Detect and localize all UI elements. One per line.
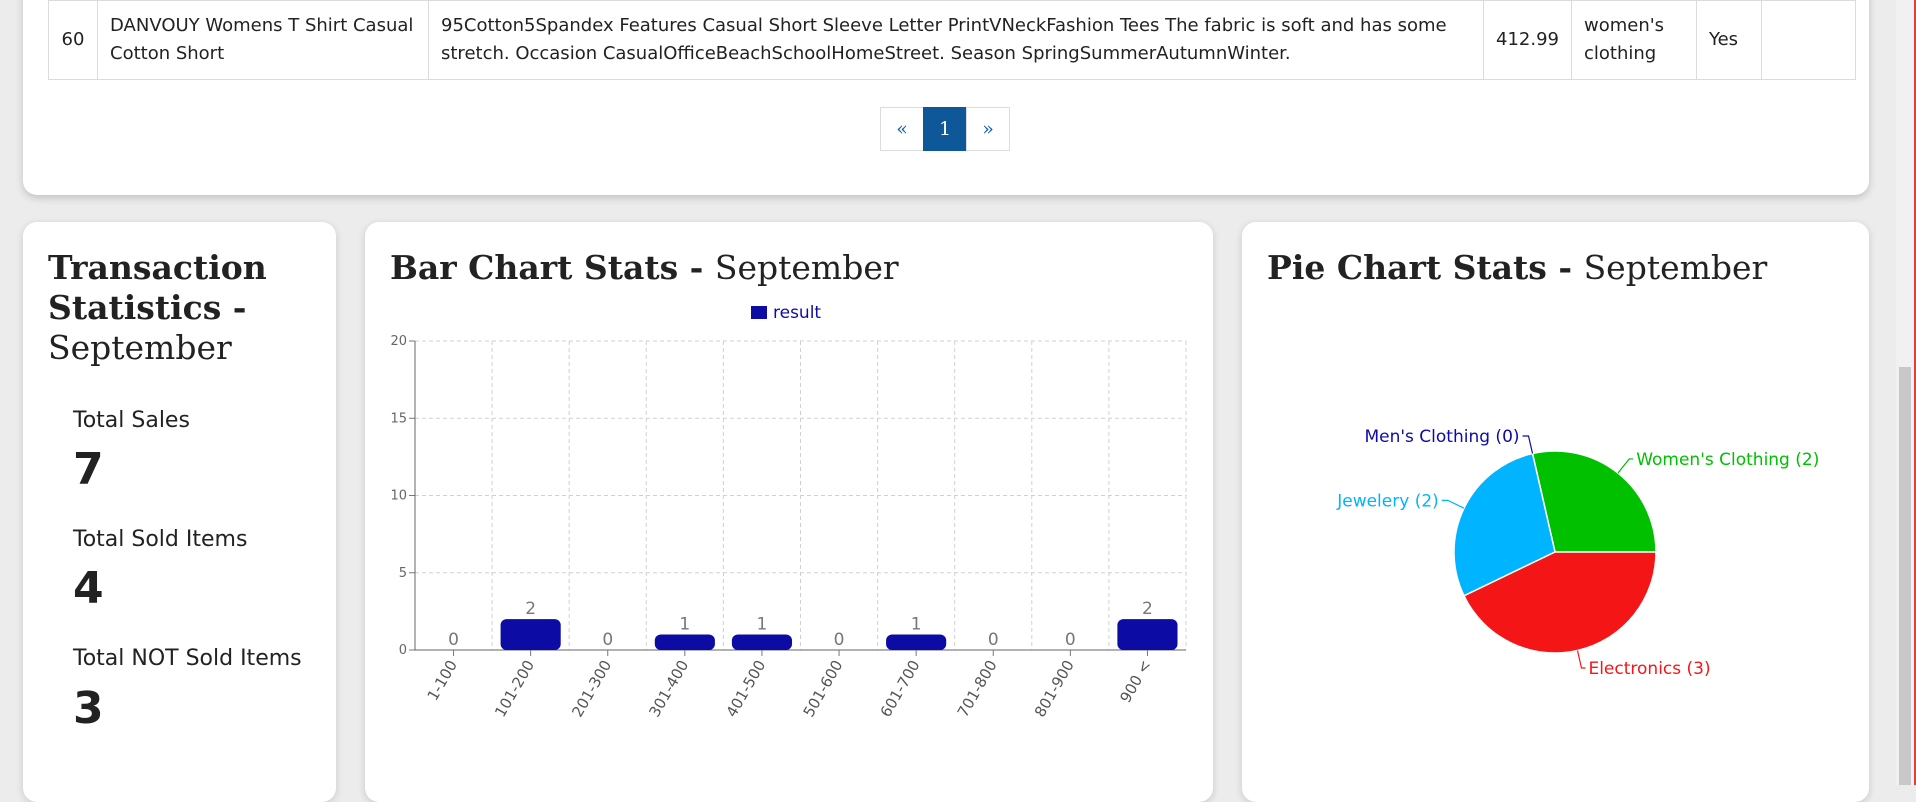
- x-tick-label: 101-200: [491, 657, 538, 720]
- total-not-sold-value: 3: [73, 683, 104, 734]
- next-page-button[interactable]: »: [966, 107, 1010, 151]
- title-month: September: [48, 328, 232, 367]
- transaction-stats-title: Transaction Statistics - September: [48, 248, 318, 368]
- y-tick-label: 20: [390, 334, 407, 349]
- cell-sold: Yes: [1695, 0, 1762, 80]
- bar: [500, 619, 561, 650]
- cell-image: [1760, 0, 1856, 80]
- bar-value-label: 2: [525, 599, 536, 619]
- bar-value-label: 2: [1142, 599, 1153, 619]
- x-tick-label: 401-500: [722, 657, 769, 720]
- pie-label: Jewelery (2): [1336, 491, 1439, 511]
- bar-chart: result0510152001-1002101-2000201-3001301…: [390, 303, 1187, 720]
- pie-leader-line: [1576, 650, 1586, 669]
- transaction-stats-card: Transaction Statistics - September Total…: [23, 222, 336, 802]
- x-tick-label: 601-700: [877, 657, 924, 720]
- x-tick-label: 201-300: [568, 657, 615, 720]
- y-tick-label: 0: [399, 643, 407, 658]
- table-row: 60 DANVOUY Womens T Shirt Casual Cotton …: [48, 0, 1856, 80]
- pie-label: Women's Clothing (2): [1636, 450, 1819, 470]
- x-tick-label: 801-900: [1031, 657, 1078, 720]
- total-sales-label: Total Sales: [73, 408, 190, 433]
- x-tick-label: 301-400: [645, 657, 692, 720]
- bar-value-label: 0: [602, 630, 613, 650]
- bar-value-label: 0: [448, 630, 459, 650]
- bar-value-label: 0: [988, 630, 999, 650]
- bar-value-label: 1: [911, 615, 922, 635]
- cell-category: women's clothing: [1570, 0, 1697, 80]
- bar: [886, 634, 947, 650]
- x-tick-label: 1-100: [424, 657, 461, 704]
- bar-value-label: 1: [679, 615, 690, 635]
- products-table: 60 DANVOUY Womens T Shirt Casual Cotton …: [48, 0, 1856, 80]
- title-text: Transaction Statistics -: [48, 248, 267, 327]
- current-page-button[interactable]: 1: [923, 107, 967, 151]
- cell-price: 412.99: [1483, 0, 1572, 80]
- legend-swatch: [751, 306, 767, 319]
- cell-description: 95Cotton5Spandex Features Casual Short S…: [428, 0, 1484, 80]
- pie-leader-line: [1522, 435, 1534, 454]
- y-tick-label: 15: [390, 411, 407, 426]
- pagination: « 1 »: [880, 107, 1010, 151]
- y-tick-label: 10: [390, 489, 407, 504]
- total-sold-label: Total Sold Items: [73, 527, 248, 552]
- bar-value-label: 0: [834, 630, 845, 650]
- bar-value-label: 1: [757, 615, 768, 635]
- cell-title: DANVOUY Womens T Shirt Casual Cotton Sho…: [97, 0, 429, 80]
- pie-chart: Women's Clothing (2) Men's Clothing (0) Je…: [1336, 427, 1819, 679]
- x-tick-label: 900 <: [1116, 657, 1155, 706]
- total-sold-value: 4: [73, 563, 104, 614]
- total-not-sold-label: Total NOT Sold Items: [73, 646, 302, 671]
- pie-leader-line: [1441, 499, 1465, 509]
- cell-id: 60: [48, 0, 98, 80]
- x-tick-label: 501-600: [800, 657, 847, 720]
- bar-chart-card: Bar Chart Stats - September result 0 5 10 15…: [365, 222, 1213, 802]
- bar: [731, 634, 793, 650]
- prev-page-button[interactable]: «: [880, 107, 924, 151]
- pie-chart-card: Pie Chart Stats - September Women's Clot…: [1242, 222, 1869, 802]
- y-tick-label: 5: [399, 566, 407, 581]
- pie-leader-line: [1617, 458, 1634, 474]
- legend-label: result: [773, 303, 821, 323]
- bar-value-label: 0: [1065, 630, 1076, 650]
- pie-label: Electronics (3): [1588, 659, 1710, 679]
- x-tick-label: 701-800: [954, 657, 1001, 720]
- bar: [654, 634, 715, 650]
- scrollbar-thumb[interactable]: [1899, 367, 1911, 785]
- total-sales-value: 7: [73, 444, 104, 495]
- pie-label: Men's Clothing (0): [1364, 427, 1519, 447]
- bar: [1117, 619, 1178, 650]
